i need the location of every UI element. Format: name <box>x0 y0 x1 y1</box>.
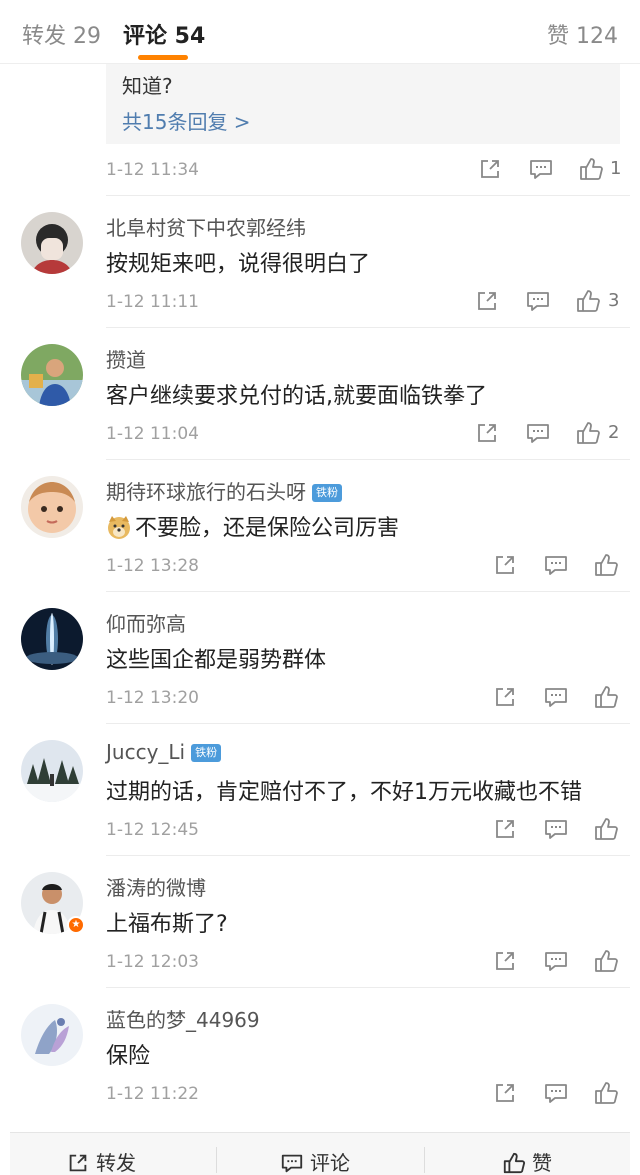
comment-username[interactable]: Juccy_Li 铁粉 <box>106 740 222 764</box>
comment-icon[interactable] <box>543 684 571 712</box>
tab-like[interactable]: 赞 124 <box>547 18 618 50</box>
share-icon[interactable] <box>492 948 520 976</box>
comment-item: ★ 潘涛的微博 上福布斯了? 1-12 12:03 <box>0 856 640 988</box>
verified-badge-icon: ★ <box>67 916 85 934</box>
like-count: 1 <box>610 158 622 179</box>
bottom-comment-label: 评论 <box>310 1151 350 1175</box>
avatar[interactable] <box>21 1004 83 1066</box>
comment-text-content: 不要脸，还是保险公司厉害 <box>135 516 400 541</box>
thumbs-up-icon[interactable] <box>578 156 606 184</box>
comment-icon[interactable] <box>543 552 571 580</box>
like-count: 2 <box>608 422 620 443</box>
fan-badge: 铁粉 <box>191 744 222 762</box>
comment-text: 上福布斯了? <box>106 912 228 937</box>
thumbs-up-icon[interactable] <box>593 948 621 976</box>
comment-username[interactable]: 仰而弥高 <box>106 608 186 637</box>
comment-item: 蓝色的梦_44969 保险 1-12 11:22 <box>0 988 640 1120</box>
comment-text: 保险 <box>106 1044 151 1069</box>
bottom-comment-button[interactable]: 评论 <box>280 1147 350 1175</box>
comment-icon <box>281 1154 303 1173</box>
avatar[interactable] <box>21 476 83 538</box>
tab-bar: 转发 29 评论 54 赞 124 <box>0 0 640 64</box>
thumbs-up-icon[interactable] <box>575 288 603 316</box>
thumbs-up-icon <box>503 1152 526 1174</box>
thumbs-up-icon[interactable] <box>593 816 621 844</box>
share-icon[interactable] <box>492 684 520 712</box>
bottom-repost-button[interactable]: 转发 <box>66 1147 136 1175</box>
share-icon[interactable] <box>492 816 520 844</box>
comment-username[interactable]: 攒道 <box>106 344 146 373</box>
separator <box>424 1147 425 1173</box>
comment-text: 按规矩来吧，说得很明白了 <box>106 252 371 277</box>
comment-username[interactable]: 期待环球旅行的石头呀 铁粉 <box>106 476 342 505</box>
thumbs-up-icon[interactable] <box>593 684 621 712</box>
comment-icon[interactable] <box>543 1080 571 1108</box>
comment-username[interactable]: 北阜村贫下中农郭经纬 <box>106 212 306 241</box>
comment-item: 仰而弥高 这些国企都是弱势群体 1-12 13:20 <box>0 592 640 724</box>
bottom-repost-label: 转发 <box>96 1151 136 1175</box>
username-text: 期待环球旅行的石头呀 <box>106 480 306 504</box>
comment-item: 北阜村贫下中农郭经纬 按规矩来吧，说得很明白了 1-12 11:11 3 <box>0 196 640 328</box>
avatar[interactable] <box>21 740 83 802</box>
thumbs-up-icon[interactable] <box>593 552 621 580</box>
bottom-like-label: 赞 <box>532 1151 552 1175</box>
comment-text: 过期的话，肯定赔付不了，不好1万元收藏也不错 <box>106 780 582 805</box>
comment-username[interactable]: 蓝色的梦_44969 <box>106 1004 260 1033</box>
like-count: 3 <box>608 290 620 311</box>
bottom-action-bar: 转发 评论 赞 <box>10 1132 630 1175</box>
bottom-like-button[interactable]: 赞 <box>502 1147 552 1175</box>
thumbs-up-icon[interactable] <box>575 420 603 448</box>
comment-text: 不要脸，还是保险公司厉害 <box>106 510 399 542</box>
comment-item: Juccy_Li 铁粉 过期的话，肯定赔付不了，不好1万元收藏也不错 1-12 1… <box>0 724 640 856</box>
active-tab-indicator <box>138 55 188 60</box>
comment-text: 这些国企都是弱势群体 <box>106 648 327 673</box>
share-icon[interactable] <box>492 552 520 580</box>
avatar[interactable] <box>21 212 83 274</box>
comment-icon[interactable] <box>543 948 571 976</box>
share-icon[interactable] <box>474 420 502 448</box>
comment-icon[interactable] <box>525 288 553 316</box>
username-text: Juccy_Li <box>106 740 186 764</box>
doge-emoji-icon <box>108 516 130 539</box>
comment-username[interactable]: 潘涛的微博 <box>106 872 206 901</box>
share-icon[interactable] <box>492 1080 520 1108</box>
comment-icon[interactable] <box>528 156 556 184</box>
comment-icon[interactable] <box>543 816 571 844</box>
avatar[interactable] <box>21 344 83 406</box>
share-icon <box>69 1154 87 1172</box>
share-icon[interactable] <box>474 288 502 316</box>
fan-badge: 铁粉 <box>312 484 342 502</box>
comment-item: 攒道 客户继续要求兑付的话,就要面临铁拳了 1-12 11:04 2 <box>0 328 640 460</box>
tab-repost[interactable]: 转发 29 <box>22 18 101 50</box>
share-icon[interactable] <box>477 156 505 184</box>
comment-text: 客户继续要求兑付的话,就要面临铁拳了 <box>106 384 487 409</box>
comment-item: 期待环球旅行的石头呀 铁粉 不要脸，还是保险公司厉害 1-12 13:28 <box>0 460 640 592</box>
comment-item: 1-12 11:34 1 <box>0 64 640 196</box>
separator <box>216 1147 217 1173</box>
avatar[interactable] <box>21 608 83 670</box>
thumbs-up-icon[interactable] <box>593 1080 621 1108</box>
comment-icon[interactable] <box>525 420 553 448</box>
